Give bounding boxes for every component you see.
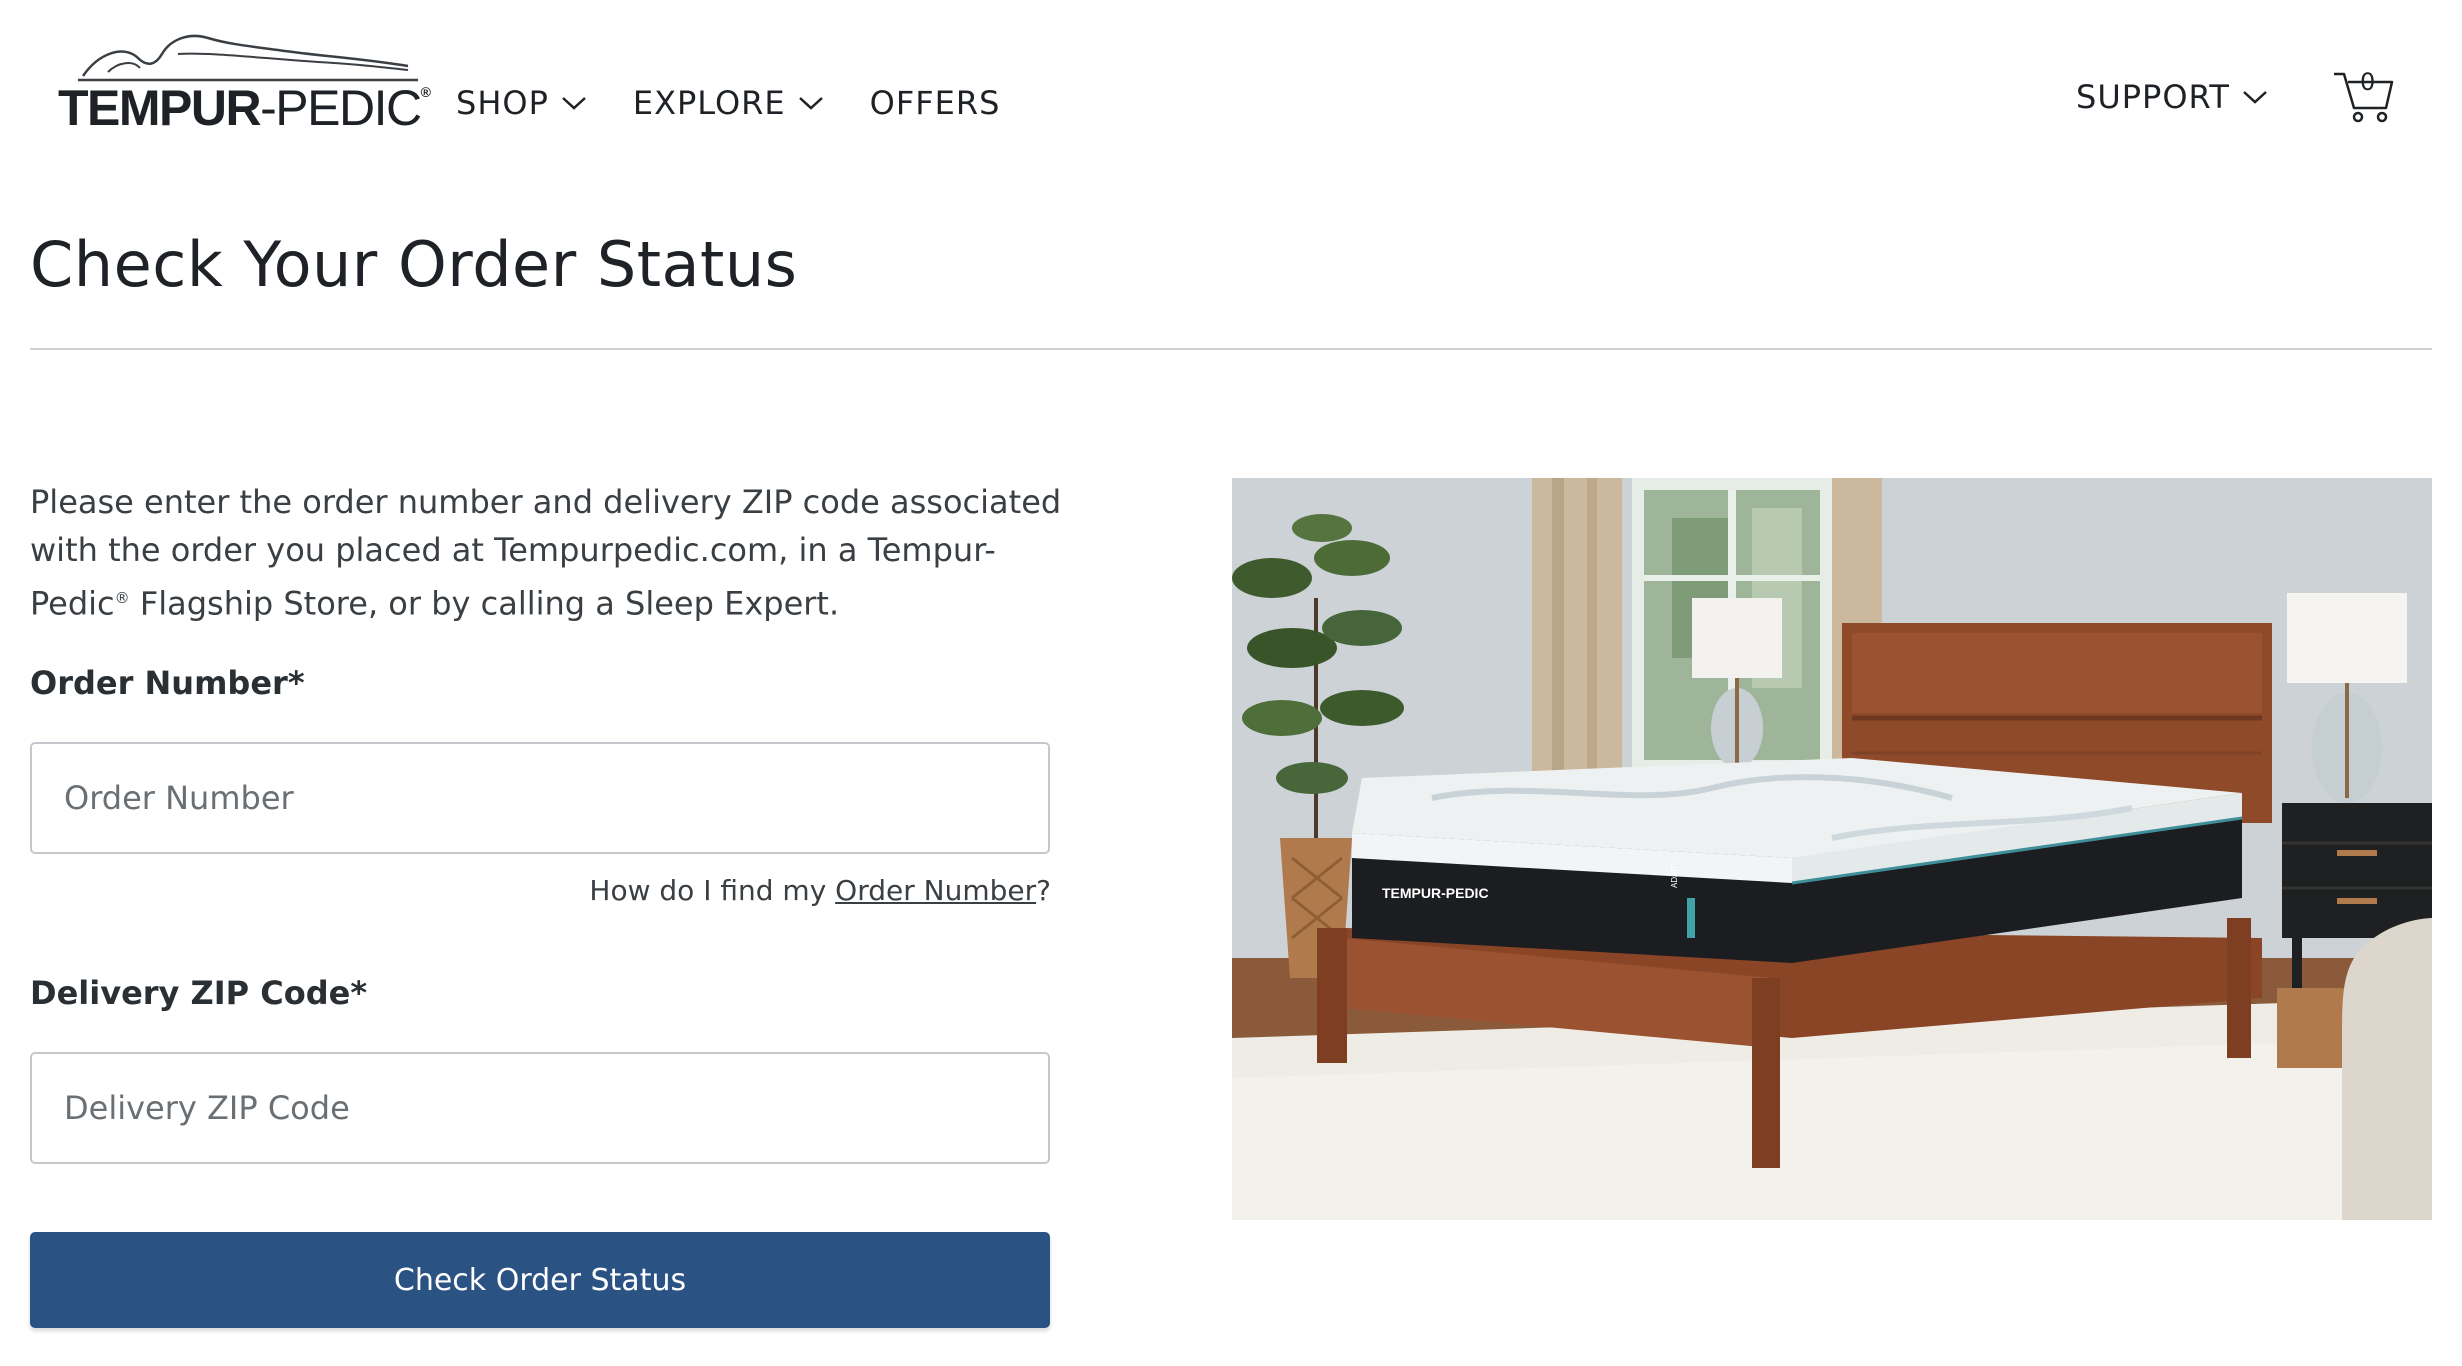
intro-text-part2: Flagship Store, or by calling a Sleep Ex… [129,584,840,623]
chevron-down-icon [562,97,586,110]
main-nav: SHOP EXPLORE OFFERS [456,84,1000,122]
nav-item-offers-label: OFFERS [869,84,1001,122]
logo-registered-mark: ® [420,84,431,100]
logo-wordmark-bold: TEMPUR [58,80,262,136]
order-number-help-suffix: ? [1036,874,1051,907]
order-number-help-prefix: How do I find my [589,874,836,907]
logo-wordmark: TEMPUR-PEDIC® [58,79,431,137]
nav-item-explore-label: EXPLORE [632,84,786,122]
nav-item-support-label: SUPPORT [2076,78,2230,116]
order-number-help-link[interactable]: Order Number [835,874,1036,907]
nav-item-support[interactable]: SUPPORT [2076,78,2268,116]
cart-count-badge: 0 [2360,68,2376,96]
nav-item-offers[interactable]: OFFERS [870,84,1001,122]
order-number-help: How do I find my Order Number? [589,874,1051,907]
bedroom-mattress-illustration: TEMPUR-PEDIC ADAPT [1232,478,2432,1220]
chevron-down-icon [2243,91,2267,104]
site-header: TEMPUR-PEDIC® SHOP EXPLORE OFFERS SUPPOR… [0,0,2462,170]
logo-wordmark-thin: -PEDIC [260,80,422,136]
bedroom-photo: TEMPUR-PEDIC ADAPT [1232,478,2432,1220]
chevron-down-icon [798,97,823,110]
title-divider [30,348,2432,350]
logo-sleeper-outline-icon [78,34,418,82]
nav-item-explore[interactable]: EXPLORE [633,84,824,122]
zip-code-input[interactable] [30,1052,1050,1164]
check-order-status-button[interactable]: Check Order Status [30,1232,1050,1328]
tempur-pedic-logo[interactable]: TEMPUR-PEDIC® [58,24,431,136]
cart-button[interactable]: 0 [2332,64,2396,124]
nav-item-shop-label: SHOP [456,84,549,122]
page-title: Check Your Order Status [30,228,798,301]
intro-registered-mark: ® [114,589,130,607]
mattress-brand-label: TEMPUR-PEDIC [1382,885,1489,901]
intro-text: Please enter the order number and delive… [30,478,1070,628]
order-number-input[interactable] [30,742,1050,854]
order-number-label: Order Number* [30,664,305,702]
zip-code-label: Delivery ZIP Code* [30,974,368,1012]
mattress-model-label: ADAPT [1670,861,1679,888]
nav-item-shop[interactable]: SHOP [456,84,587,122]
